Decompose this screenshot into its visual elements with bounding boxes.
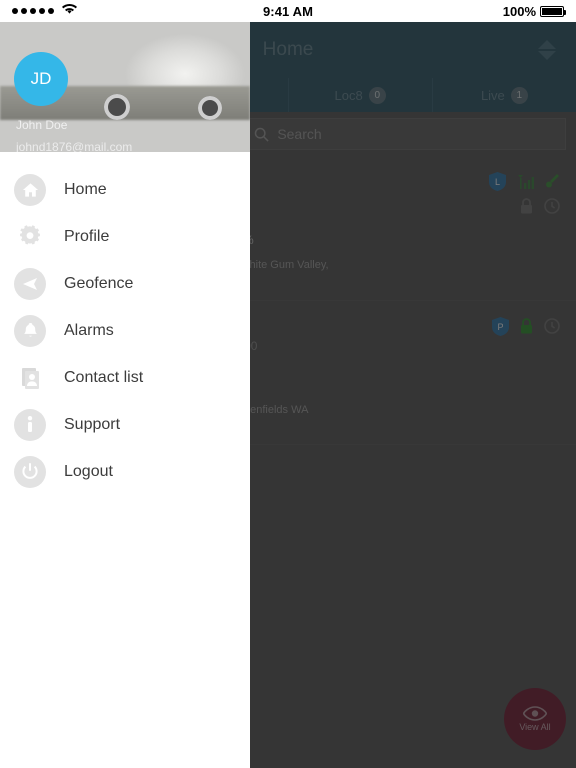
status-bar-right: 100% (313, 3, 567, 19)
wifi-icon (62, 2, 77, 20)
sidebar-item-support[interactable]: Support (0, 401, 250, 448)
gear-icon (14, 221, 46, 253)
sidebar-item-label: Alarms (64, 321, 114, 339)
sidebar-item-label: Support (64, 415, 121, 433)
sidebar-item-label: Home (64, 180, 107, 198)
drawer-avatar-initials: JD (30, 69, 52, 88)
app-root: 9:41 AM 100% Home All 2 Protect 1 (0, 0, 576, 768)
drawer-header: JD John Doe johnd1876@mail.com (0, 22, 250, 152)
power-icon (14, 455, 46, 488)
navigation-drawer: JD John Doe johnd1876@mail.com Home Prof… (0, 22, 250, 768)
drawer-avatar[interactable]: JD (14, 52, 68, 106)
battery-full-icon (540, 5, 567, 17)
sidebar-item-label: Profile (64, 227, 110, 245)
drawer-menu: Home Profile Geofence Alarms Contact lis… (0, 152, 250, 495)
sidebar-item-label: Contact list (64, 368, 144, 386)
sidebar-item-label: Logout (64, 462, 113, 480)
info-icon (14, 408, 46, 441)
sidebar-item-contact-list[interactable]: Contact list (0, 354, 250, 401)
sidebar-item-geofence[interactable]: Geofence (0, 260, 250, 307)
sidebar-item-home[interactable]: Home (0, 166, 250, 213)
sidebar-item-label: Geofence (64, 274, 134, 292)
drawer-user-email: johnd1876@mail.com (16, 140, 133, 152)
status-bar-time: 9:41 AM (262, 3, 314, 19)
send-arrow-icon (14, 267, 46, 300)
sidebar-item-alarms[interactable]: Alarms (0, 307, 250, 354)
home-icon (14, 173, 46, 206)
signal-dots-icon (12, 8, 54, 14)
contacts-icon (14, 362, 46, 394)
status-bar: 9:41 AM 100% (0, 0, 576, 22)
sidebar-item-logout[interactable]: Logout (0, 448, 250, 495)
battery-percent: 100% (502, 3, 537, 19)
bell-icon (14, 314, 46, 347)
drawer-user-name: John Doe (16, 118, 68, 132)
status-bar-left (12, 2, 263, 20)
sidebar-item-profile[interactable]: Profile (0, 213, 250, 260)
